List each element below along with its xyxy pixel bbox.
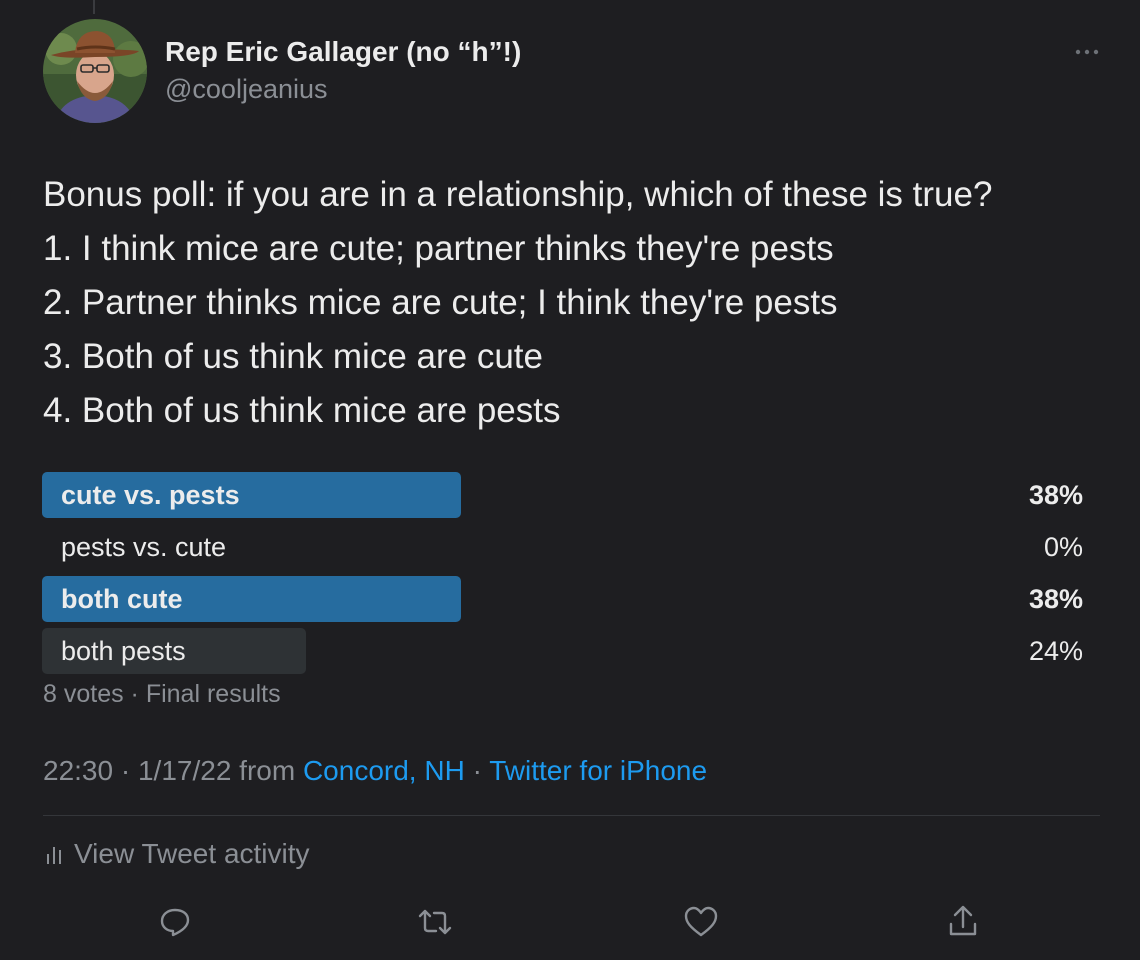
retweet-icon[interactable] <box>415 902 455 942</box>
poll-option-label: cute vs. pests <box>61 480 240 510</box>
poll: cute vs. pests 38% pests vs. cute 0% bot… <box>42 472 1083 680</box>
author-display-name[interactable]: Rep Eric Gallager (no “h”!) <box>165 36 521 68</box>
tweet-time[interactable]: 22:30 <box>43 755 113 786</box>
tweet-date[interactable]: 1/17/22 <box>138 755 231 786</box>
location-link[interactable]: Concord, NH <box>303 755 465 786</box>
tweet-text-line: 4. Both of us think mice are pests <box>43 391 561 430</box>
poll-option: cute vs. pests 38% <box>42 472 1083 518</box>
analytics-bars-icon <box>47 847 61 864</box>
view-tweet-activity-link[interactable]: View Tweet activity <box>45 838 310 870</box>
tweet-text: Bonus poll: if you are in a relationship… <box>43 168 1103 438</box>
avatar[interactable] <box>43 19 147 123</box>
poll-option-label: both cute <box>61 584 183 614</box>
poll-meta: 8 votes · Final results <box>43 680 281 709</box>
poll-status: Final results <box>145 680 281 708</box>
tweet-text-line: Bonus poll: if you are in a relationship… <box>43 175 993 214</box>
poll-option-label: pests vs. cute <box>61 532 227 562</box>
poll-option-percent: 0% <box>1043 532 1083 562</box>
reply-icon[interactable] <box>155 902 195 942</box>
poll-option: both cute 38% <box>42 576 1083 622</box>
poll-option-percent: 24% <box>1028 636 1083 666</box>
author-handle[interactable]: @cooljeanius <box>165 74 328 105</box>
poll-option-percent: 38% <box>1028 480 1083 510</box>
share-icon[interactable] <box>943 902 983 942</box>
tweet-text-line: 2. Partner thinks mice are cute; I think… <box>43 283 838 322</box>
divider <box>43 815 1100 816</box>
poll-vote-count: 8 votes <box>43 680 124 708</box>
poll-option: both pests 24% <box>42 628 1083 674</box>
thread-connector-line <box>93 0 95 14</box>
poll-option-label: both pests <box>61 636 186 666</box>
tweet-text-line: 3. Both of us think mice are cute <box>43 337 543 376</box>
separator: · <box>123 680 146 708</box>
view-tweet-activity-label: View Tweet activity <box>74 838 310 869</box>
source-link[interactable]: Twitter for iPhone <box>489 755 707 786</box>
tweet-metadata: 22:30 · 1/17/22 from Concord, NH · Twitt… <box>43 755 708 786</box>
from-text: from <box>239 755 296 786</box>
like-icon[interactable] <box>681 902 721 942</box>
poll-option: pests vs. cute 0% <box>42 524 1083 570</box>
tweet-text-line: 1. I think mice are cute; partner thinks… <box>43 229 834 268</box>
more-horizontal-icon[interactable] <box>1074 42 1100 62</box>
poll-option-percent: 38% <box>1028 584 1083 614</box>
user-avatar-icon <box>43 19 147 123</box>
